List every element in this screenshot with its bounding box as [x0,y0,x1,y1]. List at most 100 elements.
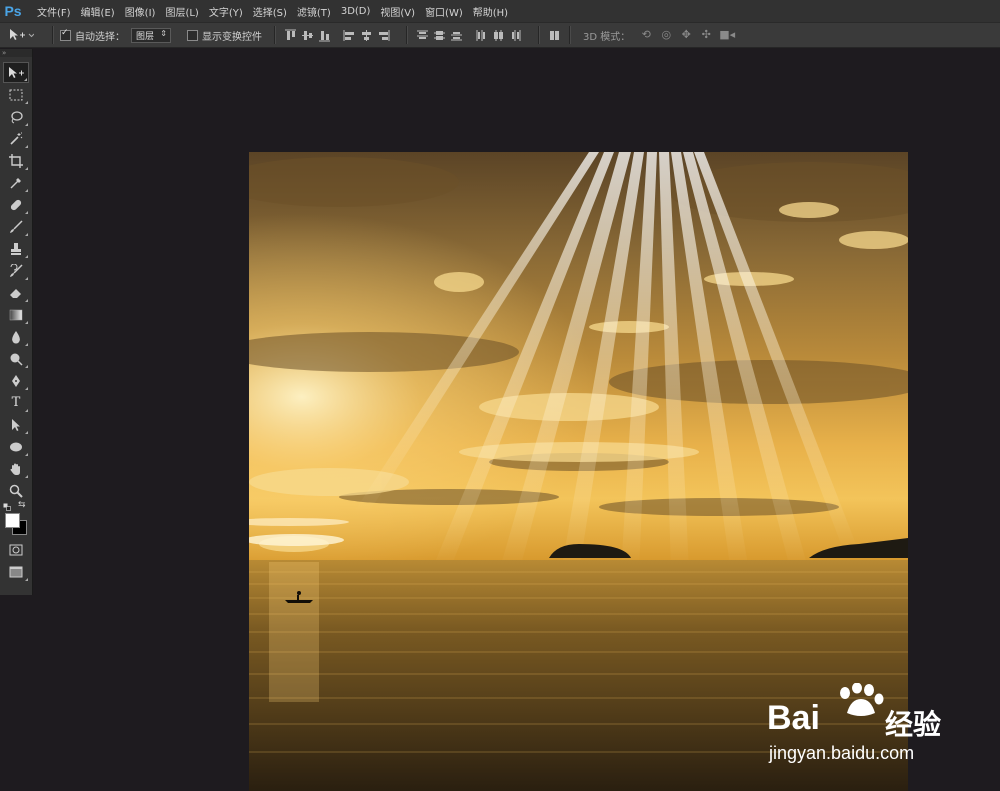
align-right-icon[interactable] [377,29,390,42]
menu-3d[interactable]: 3D(D) [336,6,376,17]
gradient-tool[interactable] [3,304,29,325]
distribute-top-icon[interactable] [416,29,429,42]
magnifier-icon [9,484,23,498]
eraser-tool[interactable] [3,282,29,303]
magic-wand-icon [10,132,23,145]
align-horizontal-group [341,29,392,42]
distribute-horizontal-group [473,29,524,42]
options-bar: 自动选择： 图层 显示变换控件 3D 模式： ⟲ ◎ ✥ ✣ ■◂ [0,22,1000,48]
show-transform-checkbox[interactable] [187,29,198,41]
zoom-tool[interactable] [3,480,29,501]
blur-tool[interactable] [3,326,29,347]
hand-tool[interactable] [3,458,29,479]
menu-layer[interactable]: 图层(L) [160,4,203,19]
menu-edit[interactable]: 编辑(E) [76,4,120,19]
distribute-right-icon[interactable] [509,29,522,42]
marquee-tool[interactable] [3,84,29,105]
distribute-vertical-group [414,29,465,42]
menu-type[interactable]: 文字(Y) [204,4,248,19]
eyedropper-tool[interactable] [3,172,29,193]
clone-stamp-tool[interactable] [3,238,29,259]
menu-bar: Ps 文件(F) 编辑(E) 图像(I) 图层(L) 文字(Y) 选择(S) 滤… [0,0,1000,22]
watermark-url: jingyan.baidu.com [769,743,915,763]
divider [52,26,54,44]
quick-mask-icon [9,544,23,555]
quick-mask-button[interactable] [3,539,29,560]
move-tool-icon [10,29,34,40]
3d-roll-icon[interactable]: ◎ [659,29,673,41]
align-bottom-icon[interactable] [318,29,331,42]
menu-file[interactable]: 文件(F) [32,4,76,19]
auto-align-layers-icon[interactable] [548,29,561,42]
move-tool[interactable] [3,62,29,83]
distribute-left-icon[interactable] [475,29,488,42]
distribute-bottom-icon[interactable] [450,29,463,42]
align-vcenter-icon[interactable] [301,29,314,42]
history-brush-icon [10,263,23,277]
menu-help[interactable]: 帮助(H) [468,4,513,19]
magic-wand-tool[interactable] [3,128,29,149]
show-transform-label: 显示变换控件 [202,31,262,43]
lasso-tool[interactable] [3,106,29,127]
blur-drop-icon [12,330,20,343]
eyedropper-icon [10,177,21,188]
lasso-icon [11,110,23,123]
3d-scale-icon[interactable]: ■◂ [719,29,735,41]
tool-preset-picker[interactable] [8,28,46,42]
distribute-hcenter-icon[interactable] [492,29,505,42]
auto-select-dropdown[interactable]: 图层 [131,27,171,43]
dodge-icon [10,353,23,366]
auto-select-checkbox[interactable] [60,28,71,41]
align-top-icon[interactable] [284,29,297,42]
brush-tool[interactable] [3,216,29,237]
stamp-icon [11,242,21,255]
divider [538,26,540,44]
menu-select[interactable]: 选择(S) [248,4,292,19]
panel-collapse-icon[interactable]: » [0,49,32,57]
divider [569,26,571,44]
align-hcenter-icon[interactable] [360,29,373,42]
3d-mode-label: 3D 模式： [583,31,631,43]
dodge-tool[interactable] [3,348,29,369]
baidu-paw-logo [840,683,884,716]
align-group [282,29,333,42]
swap-colors-icon[interactable]: ⇆ [18,500,26,510]
default-colors-icon[interactable] [3,503,12,511]
type-tool[interactable]: T [3,392,29,413]
rectangular-marquee-icon [9,89,23,100]
tools-panel: » T ⇆ [0,49,33,595]
hand-icon [10,463,20,475]
distribute-vcenter-icon[interactable] [433,29,446,42]
type-icon: T [11,395,21,410]
move-icon [9,66,24,78]
ellipse-tool[interactable] [3,436,29,457]
divider [274,26,276,44]
ellipse-icon [10,442,22,451]
auto-select-label: 自动选择： [75,31,125,43]
photoshop-logo: Ps [4,3,22,19]
menu-image[interactable]: 图像(I) [120,4,161,19]
watermark-brand-right: 经验 [885,708,942,741]
path-selection-tool[interactable] [3,414,29,435]
healing-brush-tool[interactable] [3,194,29,215]
screen-mode-icon [9,566,23,577]
baidu-jingyan-watermark: Bai 经验 jingyan.baidu.com [765,683,950,765]
align-left-icon[interactable] [343,29,356,42]
pen-tool[interactable] [3,370,29,391]
screen-mode-button[interactable] [3,561,29,582]
menu-view[interactable]: 视图(V) [375,4,420,19]
crop-icon [9,153,23,168]
divider [406,26,408,44]
gradient-icon [9,309,23,320]
3d-orbit-icon[interactable]: ⟲ [639,29,653,41]
foreground-color-swatch[interactable] [5,513,20,528]
menu-filter[interactable]: 滤镜(T) [292,4,336,19]
color-swatches: ⇆ [0,500,30,537]
pen-nib-icon [12,374,20,387]
menu-window[interactable]: 窗口(W) [420,4,468,19]
3d-slide-icon[interactable]: ✣ [699,29,713,41]
history-brush-tool[interactable] [3,260,29,281]
bandage-icon [10,199,22,210]
3d-pan-icon[interactable]: ✥ [679,29,693,41]
crop-tool[interactable] [3,150,29,171]
